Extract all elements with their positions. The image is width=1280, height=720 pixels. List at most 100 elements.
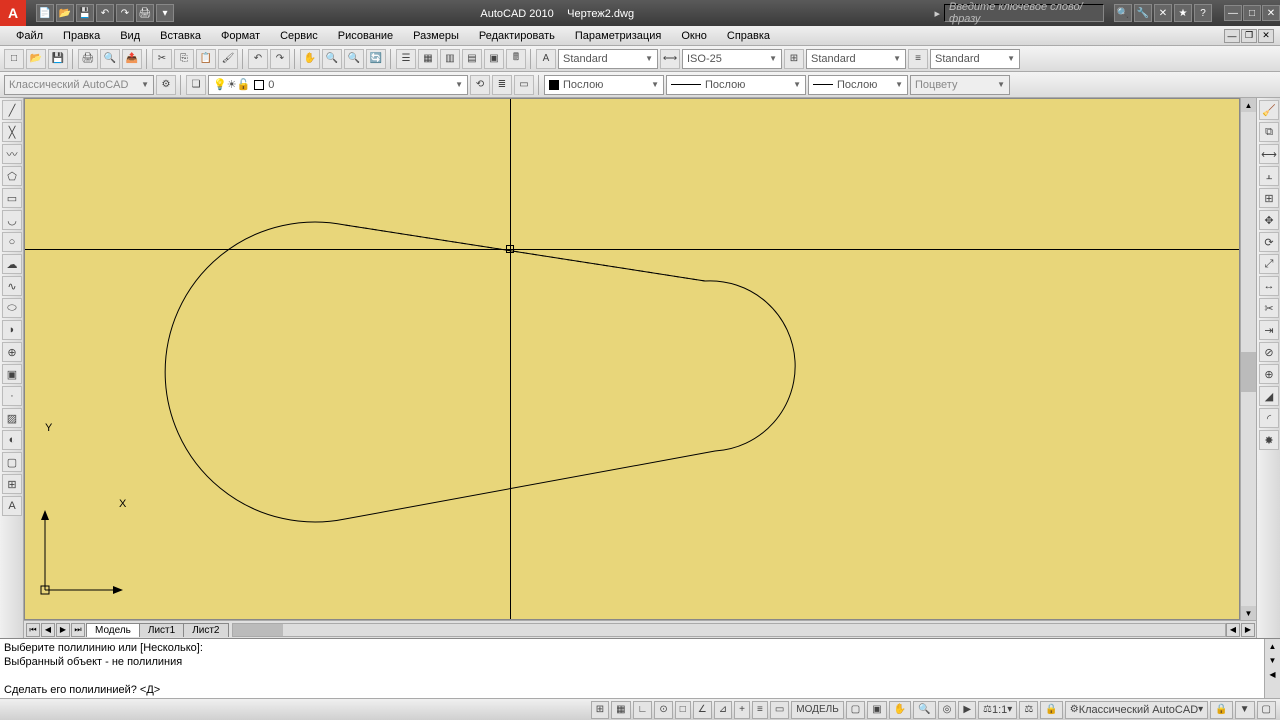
zoom-status[interactable]: 🔍: [913, 701, 935, 719]
workspace-settings-button[interactable]: ⚙: [156, 75, 176, 95]
array-tool[interactable]: ⊞: [1259, 188, 1279, 208]
text-style-button[interactable]: A: [536, 49, 556, 69]
workspace-combo[interactable]: Классический AutoCAD▼: [4, 75, 154, 95]
preview-button[interactable]: 🔍: [100, 49, 120, 69]
scroll-down-icon[interactable]: ▼: [1265, 653, 1280, 667]
vertical-scrollbar[interactable]: ▲ ▼: [1240, 98, 1256, 620]
workspace-status[interactable]: ⚙ Классический AutoCAD ▾: [1065, 701, 1208, 719]
subscription-icon[interactable]: 🔧: [1134, 4, 1152, 22]
linetype-combo[interactable]: Послою▼: [666, 75, 806, 95]
fillet-tool[interactable]: ◜: [1259, 408, 1279, 428]
dim-style-combo[interactable]: ISO-25▼: [682, 49, 782, 69]
menu-parametric[interactable]: Параметризация: [565, 28, 671, 44]
table-style-button[interactable]: ⊞: [784, 49, 804, 69]
point-tool[interactable]: ·: [2, 386, 22, 406]
print-icon[interactable]: 🖨: [136, 4, 154, 22]
tab-first-icon[interactable]: ⏮: [26, 623, 40, 637]
scroll-left-icon[interactable]: ◀: [1265, 667, 1280, 681]
menu-edit[interactable]: Правка: [53, 28, 110, 44]
lineweight-combo[interactable]: Послою▼: [808, 75, 908, 95]
app-logo[interactable]: A: [0, 0, 26, 26]
zoom-button[interactable]: 🔍: [322, 49, 342, 69]
hatch-tool[interactable]: ▨: [2, 408, 22, 428]
maximize-icon[interactable]: □: [1243, 5, 1261, 21]
tab-next-icon[interactable]: ▶: [56, 623, 70, 637]
favorites-icon[interactable]: ★: [1174, 4, 1192, 22]
save-icon[interactable]: 💾: [76, 4, 94, 22]
exchange-icon[interactable]: ✕: [1154, 4, 1172, 22]
tab-layout2[interactable]: Лист2: [183, 623, 228, 637]
drawing-canvas[interactable]: Y X: [24, 98, 1240, 620]
close-icon[interactable]: ✕: [1262, 5, 1280, 21]
lwt-toggle[interactable]: ≡: [752, 701, 768, 719]
paste-button[interactable]: 📋: [196, 49, 216, 69]
zoom-ext-button[interactable]: 🔄: [366, 49, 386, 69]
zoom-prev-button[interactable]: 🔍: [344, 49, 364, 69]
table-tool[interactable]: ⊞: [2, 474, 22, 494]
scroll-down-icon[interactable]: ▼: [1241, 606, 1256, 620]
scale-tool[interactable]: ⤢: [1259, 254, 1279, 274]
markup-button[interactable]: ▣: [484, 49, 504, 69]
save-button[interactable]: 💾: [48, 49, 68, 69]
command-window[interactable]: Выберите полилинию или [Несколько]: Выбр…: [0, 638, 1280, 698]
qat-dropdown-icon[interactable]: ▾: [156, 4, 174, 22]
rectangle-tool[interactable]: ▭: [2, 188, 22, 208]
scroll-track[interactable]: [1241, 112, 1256, 606]
infocenter-search[interactable]: Введите ключевое слово/фразу: [944, 4, 1104, 22]
showmotion-status[interactable]: ▶: [958, 701, 976, 719]
ellipse-tool[interactable]: ⬭: [2, 298, 22, 318]
dim-style-button[interactable]: ⟷: [660, 49, 680, 69]
dyn-toggle[interactable]: +: [734, 701, 750, 719]
text-style-combo[interactable]: Standard▼: [558, 49, 658, 69]
chamfer-tool[interactable]: ◢: [1259, 386, 1279, 406]
undo-button[interactable]: ↶: [248, 49, 268, 69]
annoauto-toggle[interactable]: 🔒: [1040, 701, 1062, 719]
ml-style-combo[interactable]: Standard▼: [930, 49, 1020, 69]
scroll-right-icon[interactable]: ▶: [1241, 623, 1255, 637]
menu-view[interactable]: Вид: [110, 28, 150, 44]
wheel-status[interactable]: ◎: [938, 701, 957, 719]
tool-palette-button[interactable]: ▥: [440, 49, 460, 69]
properties-button[interactable]: ☰: [396, 49, 416, 69]
menu-modify[interactable]: Редактировать: [469, 28, 565, 44]
join-tool[interactable]: ⊕: [1259, 364, 1279, 384]
layer-combo[interactable]: 💡 ☀ 🔓 0 ▼: [208, 75, 468, 95]
tab-prev-icon[interactable]: ◀: [41, 623, 55, 637]
annoscale-combo[interactable]: ⚖ 1:1 ▾: [978, 701, 1017, 719]
ortho-toggle[interactable]: ∟: [633, 701, 653, 719]
open-button[interactable]: 📂: [26, 49, 46, 69]
osnap-toggle[interactable]: □: [675, 701, 691, 719]
infocenter-arrow-icon[interactable]: ▸: [934, 7, 940, 20]
pan-button[interactable]: ✋: [300, 49, 320, 69]
otrack-toggle[interactable]: ∠: [693, 701, 712, 719]
cut-button[interactable]: ✂: [152, 49, 172, 69]
mtext-tool[interactable]: A: [2, 496, 22, 516]
redo-icon[interactable]: ↷: [116, 4, 134, 22]
copy-tool[interactable]: ⧉: [1259, 122, 1279, 142]
ducs-toggle[interactable]: ⊿: [714, 701, 732, 719]
command-text[interactable]: Выберите полилинию или [Несколько]: Выбр…: [0, 639, 1264, 698]
scroll-left-icon[interactable]: ◀: [1226, 623, 1240, 637]
plotstyle-combo[interactable]: Поцвету▼: [910, 75, 1010, 95]
layer-state-button[interactable]: ≣: [492, 75, 512, 95]
match-button[interactable]: 🖌: [218, 49, 238, 69]
horizontal-scrollbar[interactable]: [232, 623, 1227, 637]
qcalc-button[interactable]: 🖩: [506, 49, 526, 69]
line-tool[interactable]: ╱: [2, 100, 22, 120]
dc-button[interactable]: ▦: [418, 49, 438, 69]
move-tool[interactable]: ✥: [1259, 210, 1279, 230]
rotate-tool[interactable]: ⟳: [1259, 232, 1279, 252]
mirror-tool[interactable]: ⟷: [1259, 144, 1279, 164]
menu-file[interactable]: Файл: [6, 28, 53, 44]
new-button[interactable]: □: [4, 49, 24, 69]
region-tool[interactable]: ▢: [2, 452, 22, 472]
mdi-close-icon[interactable]: ✕: [1258, 29, 1274, 43]
extend-tool[interactable]: ⇥: [1259, 320, 1279, 340]
redo-button[interactable]: ↷: [270, 49, 290, 69]
mdi-minimize-icon[interactable]: —: [1224, 29, 1240, 43]
grid-toggle[interactable]: ▦: [611, 701, 630, 719]
trim-tool[interactable]: ✂: [1259, 298, 1279, 318]
hardware-accel-toggle[interactable]: ▼: [1235, 701, 1255, 719]
search-icon[interactable]: 🔍: [1114, 4, 1132, 22]
gradient-tool[interactable]: ◐: [2, 430, 22, 450]
